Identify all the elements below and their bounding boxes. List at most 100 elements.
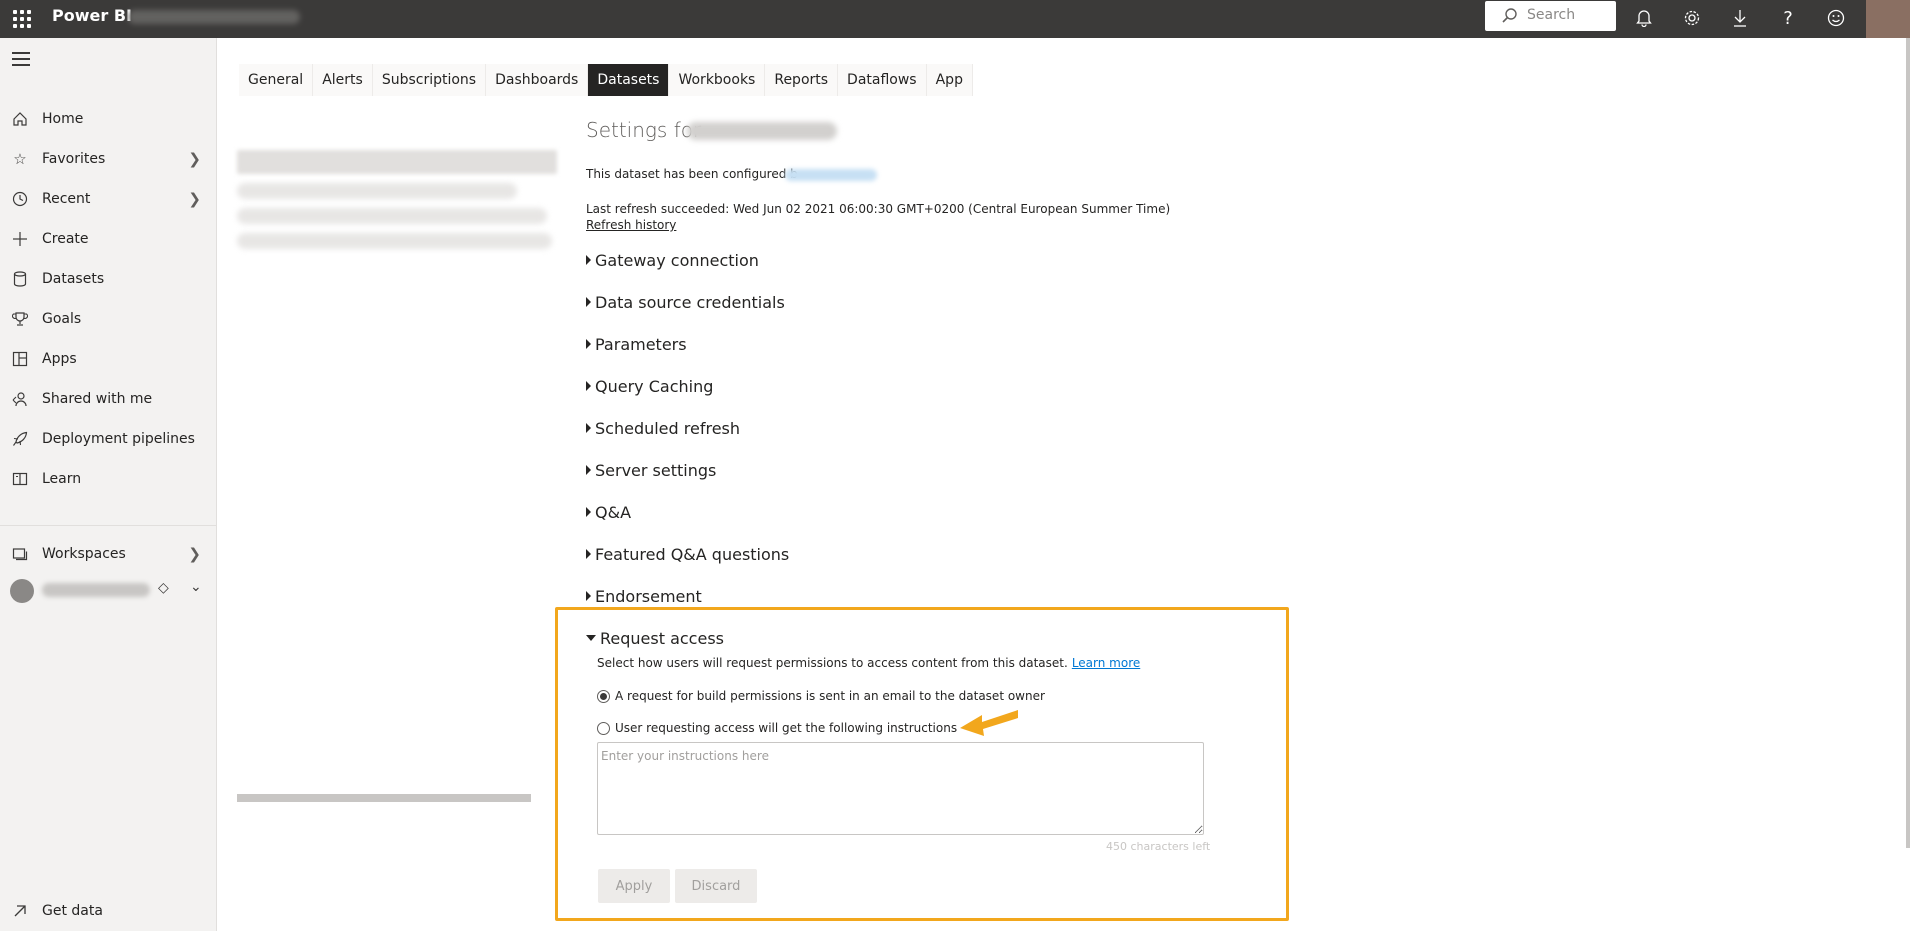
last-refresh-text: Last refresh succeeded: Wed Jun 02 2021 … (586, 202, 1171, 216)
section-label: Scheduled refresh (595, 418, 741, 438)
request-option-email-owner[interactable]: A request for build permissions is sent … (597, 689, 1045, 703)
caret-right-icon (586, 465, 591, 475)
discard-button[interactable]: Discard (675, 869, 757, 903)
nav-item-label: Favorites (42, 151, 106, 167)
avatar[interactable] (1866, 0, 1910, 38)
section-server-settings[interactable]: Server settings (586, 456, 716, 484)
search-icon (1502, 8, 1517, 23)
tab-datasets[interactable]: Datasets (588, 64, 670, 96)
rocket-icon (10, 429, 30, 449)
workspace-name-blurred (128, 10, 300, 24)
tab-workbooks[interactable]: Workbooks (669, 64, 766, 96)
plus-icon (10, 229, 30, 249)
tab-dataflows[interactable]: Dataflows (838, 64, 927, 96)
section-parameters[interactable]: Parameters (586, 330, 687, 358)
app-brand[interactable]: Power BI (52, 6, 132, 25)
trophy-icon (10, 309, 30, 329)
section-label: Endorsement (595, 586, 702, 606)
chevron-right-icon: ❯ (188, 150, 201, 168)
settings-tabs: General Alerts Subscriptions Dashboards … (239, 64, 973, 96)
tab-alerts[interactable]: Alerts (313, 64, 373, 96)
workspace-name-blurred[interactable] (42, 583, 150, 597)
download-icon[interactable] (1726, 4, 1754, 32)
nav-item-label: Home (42, 111, 84, 127)
smiley-icon[interactable] (1822, 4, 1850, 32)
radio-button-checked[interactable] (597, 689, 610, 703)
section-label: Query Caching (595, 376, 714, 396)
list-item[interactable] (237, 183, 517, 199)
nav-item-learn[interactable]: Learn (0, 459, 217, 499)
nav-item-get-data[interactable]: Get data (0, 891, 217, 931)
nav-item-favorites[interactable]: ☆ Favorites ❯ (0, 139, 217, 179)
nav-item-datasets[interactable]: Datasets (0, 259, 217, 299)
arrow-up-right-icon (10, 901, 30, 921)
configured-by-link-blurred[interactable] (785, 169, 877, 181)
hamburger-icon[interactable] (12, 52, 30, 66)
list-item[interactable] (237, 208, 547, 224)
premium-diamond-icon: ◇ (158, 580, 169, 596)
shared-icon (10, 389, 30, 409)
radio-label: User requesting access will get the foll… (615, 721, 958, 735)
tab-subscriptions[interactable]: Subscriptions (372, 64, 487, 96)
section-label: Q&A (595, 502, 632, 522)
search-placeholder: Search (1527, 7, 1576, 23)
radio-label: A request for build permissions is sent … (615, 689, 1045, 703)
tab-app[interactable]: App (926, 64, 973, 96)
instructions-textarea[interactable] (597, 742, 1204, 835)
apps-icon (10, 349, 30, 369)
section-query-caching[interactable]: Query Caching (586, 372, 713, 400)
nav-item-goals[interactable]: Goals (0, 299, 217, 339)
nav-item-deployment-pipelines[interactable]: Deployment pipelines (0, 419, 217, 459)
waffle-icon[interactable] (10, 8, 32, 30)
chevron-right-icon: ❯ (188, 190, 201, 208)
section-scheduled-refresh[interactable]: Scheduled refresh (586, 414, 740, 442)
nav-item-label: Deployment pipelines (42, 431, 195, 447)
section-qna[interactable]: Q&A (586, 498, 631, 526)
radio-button[interactable] (597, 721, 610, 735)
configured-by-text: This dataset has been configured b (586, 167, 798, 181)
search-box[interactable]: Search (1485, 1, 1616, 31)
nav-item-workspaces[interactable]: Workspaces ❯ (0, 534, 217, 574)
dataset-name-blurred (687, 122, 837, 140)
workspace-avatar[interactable] (10, 579, 34, 603)
nav-item-label: Shared with me (42, 391, 153, 407)
apply-button[interactable]: Apply (598, 869, 670, 903)
caret-right-icon (586, 339, 591, 349)
caret-right-icon (586, 255, 591, 265)
nav-item-recent[interactable]: Recent ❯ (0, 179, 217, 219)
section-gateway-connection[interactable]: Gateway connection (586, 246, 759, 274)
nav-item-shared-with-me[interactable]: Shared with me (0, 379, 217, 419)
tab-dashboards[interactable]: Dashboards (486, 64, 589, 96)
nav-item-label: Datasets (42, 271, 105, 287)
vertical-scrollbar[interactable] (1906, 38, 1910, 848)
annotation-arrow-icon (960, 710, 1018, 736)
chevron-down-icon[interactable]: ⌄ (190, 579, 202, 595)
section-featured-qna-questions[interactable]: Featured Q&A questions (586, 540, 789, 568)
workspaces-icon (10, 544, 30, 564)
section-data-source-credentials[interactable]: Data source credentials (586, 288, 785, 316)
gear-icon[interactable] (1678, 4, 1706, 32)
chevron-right-icon: ❯ (188, 545, 201, 563)
tab-reports[interactable]: Reports (765, 64, 839, 96)
bell-icon[interactable] (1630, 4, 1658, 32)
help-icon[interactable]: ? (1774, 4, 1802, 32)
nav-item-create[interactable]: Create (0, 219, 217, 259)
clock-icon (10, 189, 30, 209)
nav-item-label: Create (42, 231, 89, 247)
caret-right-icon (586, 297, 591, 307)
nav-item-apps[interactable]: Apps (0, 339, 217, 379)
refresh-history-link[interactable]: Refresh history (586, 218, 676, 232)
list-item[interactable] (237, 233, 552, 249)
request-access-description-text: Select how users will request permission… (597, 656, 1068, 670)
nav-divider (0, 525, 217, 526)
caret-right-icon (586, 549, 591, 559)
section-endorsement[interactable]: Endorsement (586, 582, 702, 610)
request-option-instructions[interactable]: User requesting access will get the foll… (597, 721, 957, 735)
learn-more-link[interactable]: Learn more (1072, 656, 1140, 670)
request-access-description: Select how users will request permission… (597, 656, 1140, 670)
nav-item-home[interactable]: Home (0, 99, 217, 139)
dataset-list-header (237, 150, 557, 174)
tab-general[interactable]: General (239, 64, 314, 96)
home-icon (10, 109, 30, 129)
horizontal-scrollbar[interactable] (237, 794, 531, 802)
